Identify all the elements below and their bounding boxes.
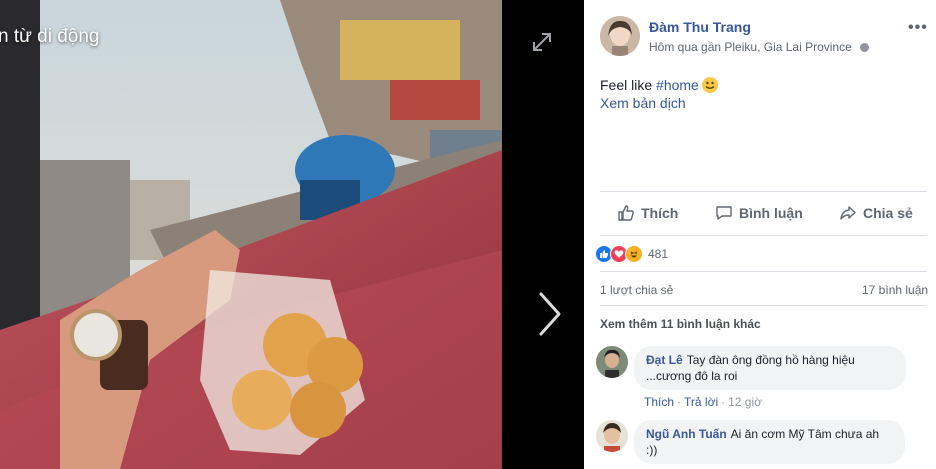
divider [600, 271, 927, 272]
separator: · [721, 395, 726, 409]
comment-text: Ai ăn cơm Mỹ Tâm chưa ah [730, 427, 880, 441]
view-more-comments-link[interactable]: Xem thêm 11 bình luận khác [600, 317, 761, 331]
haha-reaction-icon [625, 245, 643, 263]
smiley-icon [701, 77, 718, 93]
divider [600, 191, 927, 192]
comment-time[interactable]: 12 giờ [728, 395, 762, 409]
next-arrow-icon[interactable] [535, 290, 565, 338]
author-name[interactable]: Đàm Thu Trang [649, 19, 751, 35]
post-meta: Hôm qua gần Pleiku, Gia Lai Province [649, 40, 870, 54]
shares-count[interactable]: 1 lượt chia sẻ [600, 283, 673, 297]
share-icon [840, 206, 856, 220]
reaction-count: 481 [648, 247, 669, 261]
share-button[interactable]: Chia sẻ [839, 203, 913, 223]
reactions-summary[interactable]: 481 [595, 245, 668, 263]
comment-icon [716, 206, 732, 220]
post-caption: Feel like #home [600, 77, 718, 93]
more-icon[interactable]: ••• [908, 19, 928, 37]
expand-icon[interactable] [531, 31, 553, 53]
caption-text: Feel like [600, 77, 657, 93]
commenter-avatar[interactable] [596, 346, 628, 378]
caption-hashtag[interactable]: #home [656, 77, 699, 93]
commenter-name[interactable]: Đạt Lê [646, 353, 683, 367]
comment-text-line2: ...cương đô la roi [646, 369, 738, 383]
post-side-panel: Đàm Thu Trang Hôm qua gần Pleiku, Gia La… [584, 0, 936, 469]
comment-reply-link[interactable]: Trả lời [684, 395, 718, 409]
see-translation-link[interactable]: Xem bản dịch [600, 95, 686, 111]
post-photo[interactable] [0, 0, 502, 469]
comment-bubble: Ngũ Anh Tuấn Ai ăn cơm Mỹ Tâm chưa ah :)) [634, 420, 905, 464]
comment-bubble: Đạt Lê Tay đàn ông đồng hồ hàng hiệu ...c… [634, 346, 906, 390]
comment-button[interactable]: Bình luận [715, 203, 803, 223]
divider [600, 305, 927, 306]
commenter-name[interactable]: Ngũ Anh Tuấn [646, 427, 727, 441]
post-meta-text[interactable]: Hôm qua gần Pleiku, Gia Lai Province [649, 40, 852, 54]
like-button[interactable]: Thích [617, 203, 678, 223]
comment-label: Bình luận [739, 205, 803, 221]
like-icon [618, 205, 634, 221]
comment-text: Tay đàn ông đồng hồ hàng hiệu [686, 353, 855, 367]
comments-count[interactable]: 17 bình luận [862, 283, 928, 297]
comment-text-line2: :)) [646, 443, 658, 457]
divider [600, 235, 927, 236]
commenter-avatar[interactable] [596, 420, 628, 452]
globe-icon [860, 43, 870, 53]
like-label: Thích [641, 205, 679, 221]
album-title: n từ di động [0, 26, 100, 47]
photo-viewer: n từ di động [0, 0, 584, 469]
comment-like-link[interactable]: Thích [644, 395, 674, 409]
share-label: Chia sẻ [863, 205, 913, 221]
author-avatar[interactable] [600, 16, 640, 56]
comment-actions: Thích · Trả lời · 12 giờ [644, 395, 762, 409]
separator: · [677, 395, 682, 409]
